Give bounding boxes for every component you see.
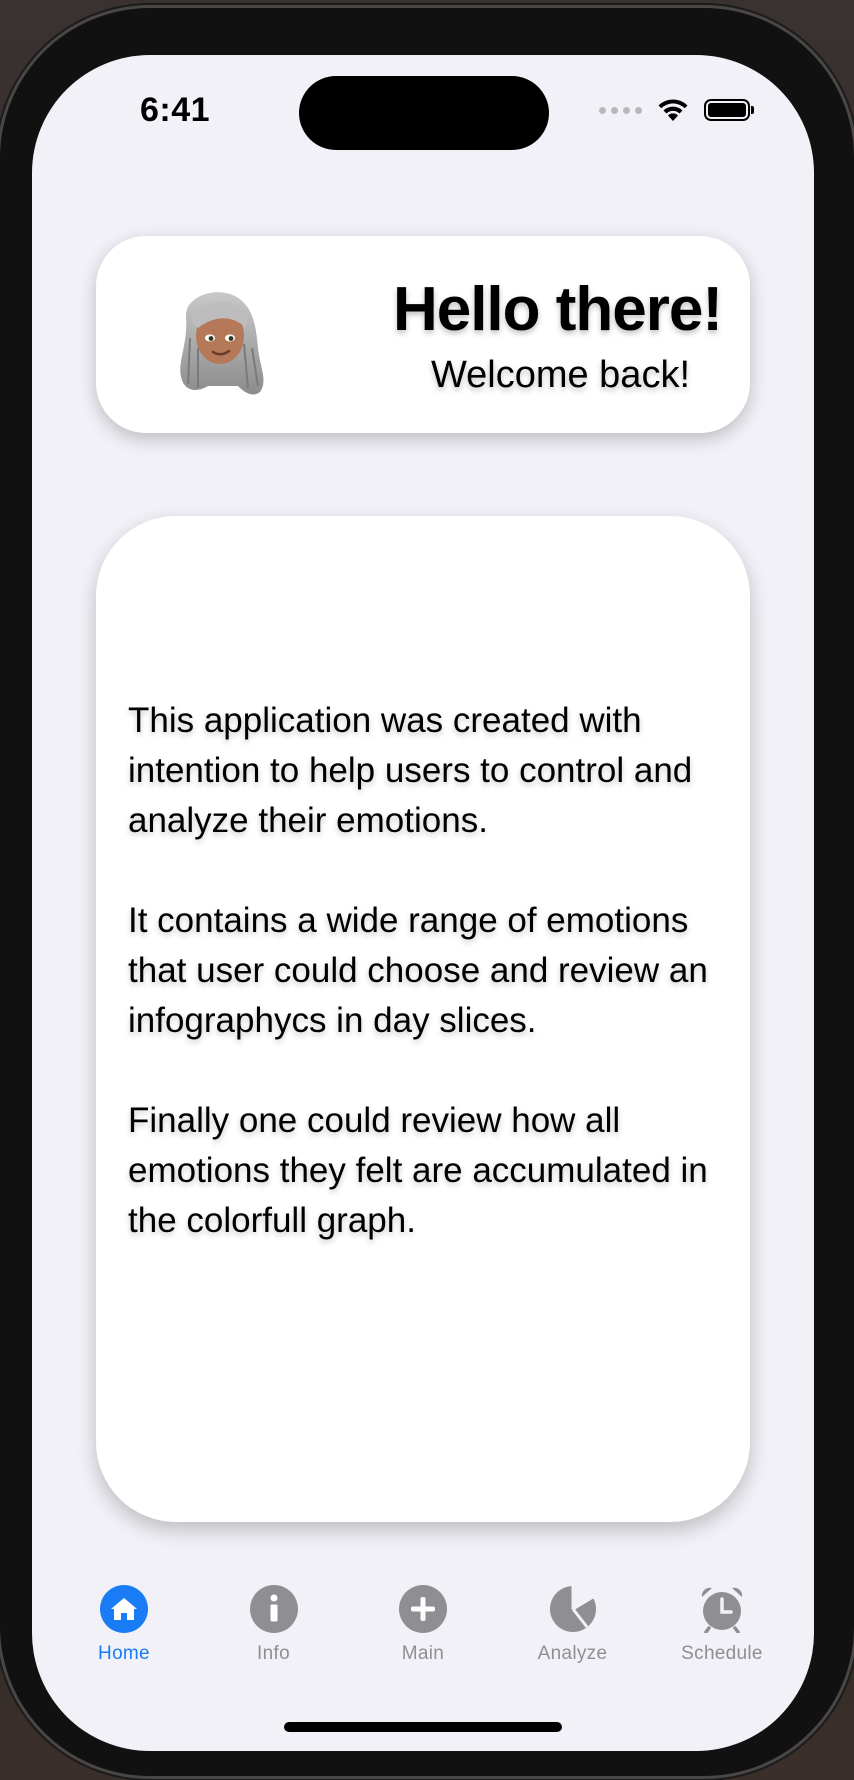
status-icons: [599, 97, 754, 123]
tab-label: Home: [98, 1643, 150, 1664]
wifi-icon: [658, 99, 688, 121]
tab-label: Main: [401, 1643, 445, 1664]
memoji-avatar: [180, 292, 264, 395]
tab-label: Info: [257, 1643, 290, 1664]
alarm-clock-icon: [698, 1585, 746, 1633]
greeting-title: Hello there!: [392, 275, 723, 344]
app-screen: 6:41 Hello there! Welcome back! This app…: [32, 55, 814, 1751]
tab-label: Analyze: [537, 1643, 608, 1664]
battery-icon: [704, 99, 754, 121]
status-time: 6:41: [140, 91, 211, 129]
tab-home[interactable]: Home: [64, 1585, 184, 1695]
greeting-subtitle: Welcome back!: [430, 354, 690, 396]
home-icon: [100, 1585, 148, 1633]
greeting-card: Hello there! Welcome back!: [96, 236, 750, 433]
tab-main[interactable]: Main: [363, 1585, 483, 1695]
tab-bar: Home Info Main Analyze Schedule: [32, 1585, 814, 1695]
tab-info[interactable]: Info: [214, 1585, 334, 1695]
info-paragraph: It contains a wide range of emotions tha…: [128, 901, 708, 1040]
pie-chart-icon: [549, 1585, 597, 1633]
info-paragraph: Finally one could review how all emotion…: [128, 1101, 708, 1240]
tab-schedule[interactable]: Schedule: [662, 1585, 782, 1695]
info-card: This application was created with intent…: [96, 516, 750, 1522]
home-indicator[interactable]: [284, 1722, 562, 1732]
info-icon: [249, 1585, 298, 1633]
info-text: This application was created with intent…: [128, 696, 728, 1246]
dynamic-island: [299, 76, 549, 150]
signal-dots-icon: [599, 106, 642, 114]
tab-label: Schedule: [681, 1643, 763, 1664]
plus-circle-icon: [399, 1585, 447, 1633]
info-paragraph: This application was created with intent…: [128, 701, 693, 840]
device-background: 6:41 Hello there! Welcome back! This app…: [0, 0, 854, 1780]
tab-analyze[interactable]: Analyze: [513, 1585, 633, 1695]
phone-frame: 6:41 Hello there! Welcome back! This app…: [0, 8, 854, 1776]
